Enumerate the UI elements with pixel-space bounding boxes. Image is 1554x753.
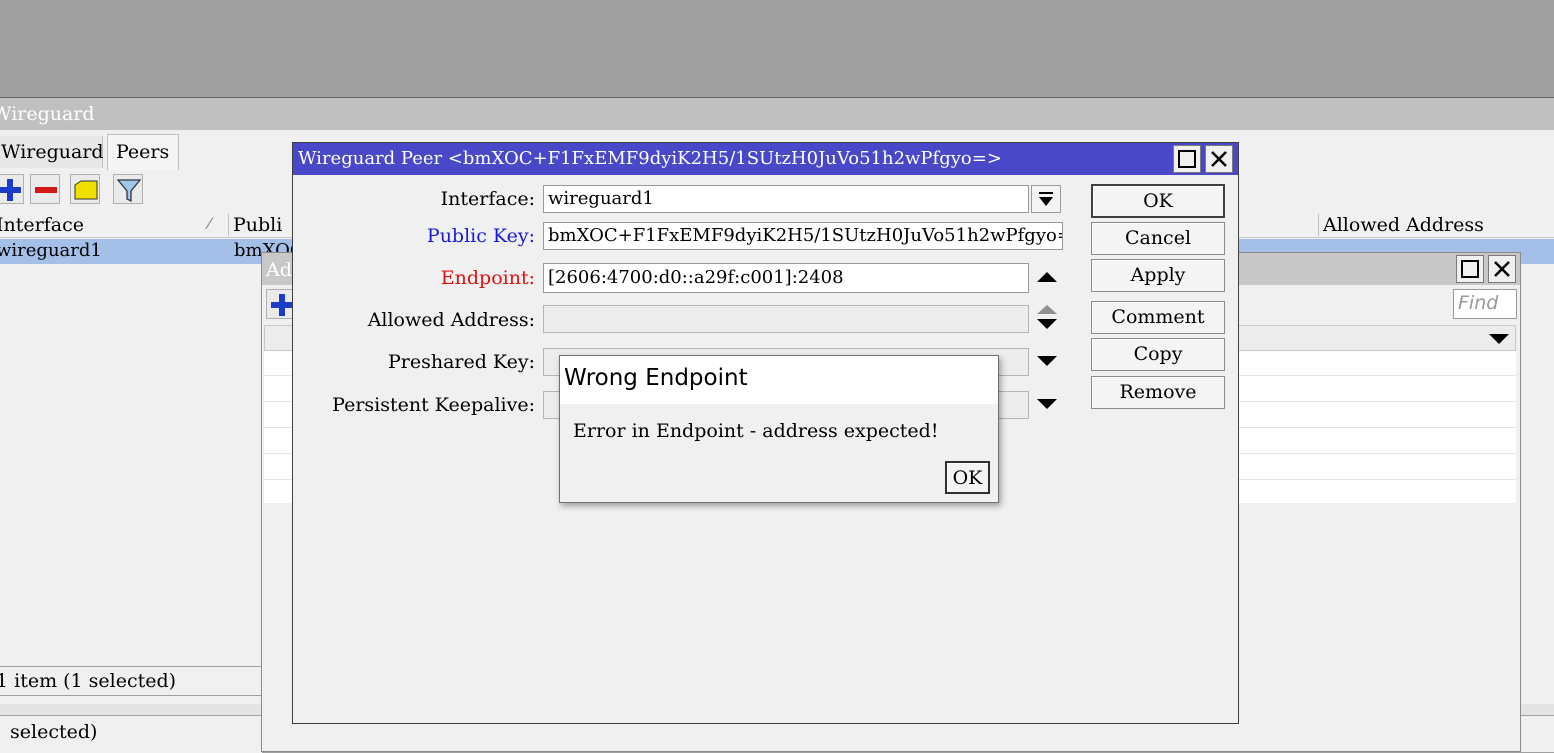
ok-button[interactable]: OK — [1091, 184, 1225, 218]
remove-button[interactable]: Remove — [1091, 376, 1225, 409]
peer-dialog-title: Wireguard Peer <bmXOC+F1FxEMF9dyiK2H5/1S… — [298, 148, 1002, 169]
endpoint-value: [2606:4700:d0::a29f:c001]:2408 — [548, 267, 844, 288]
collapse-endpoint-icon[interactable] — [1035, 269, 1059, 285]
minus-icon — [35, 187, 57, 193]
remove-button[interactable] — [30, 174, 60, 204]
note-icon — [74, 180, 98, 200]
public-key-value: bmXOC+F1FxEMF9dyiK2H5/1SUtzH0JuVo51h2wPf… — [548, 225, 1063, 246]
allowed-address-input[interactable] — [543, 305, 1029, 333]
ok-button-label: OK — [1143, 190, 1173, 212]
comment-button[interactable]: Comment — [1091, 301, 1225, 334]
add-button[interactable] — [0, 174, 24, 204]
main-window-title: Wireguard — [0, 103, 95, 125]
cancel-button[interactable]: Cancel — [1091, 222, 1225, 255]
maximize-icon — [1178, 150, 1196, 168]
up-down-icon[interactable] — [1035, 303, 1059, 331]
dropdown-arrow-icon — [1039, 192, 1053, 206]
back-maximize-button[interactable] — [1456, 255, 1484, 283]
apply-button-label: Apply — [1130, 264, 1186, 286]
expand-preshared-key-icon[interactable] — [1035, 353, 1059, 369]
error-ok-button[interactable]: OK — [945, 461, 990, 494]
find-input[interactable]: Find — [1453, 289, 1517, 319]
preshared-key-label: Preshared Key: — [387, 351, 535, 373]
column-public-key[interactable]: Publi — [233, 214, 282, 236]
remove-button-label: Remove — [1119, 381, 1197, 403]
persistent-keepalive-label: Persistent Keepalive: — [332, 394, 535, 416]
plus-icon — [0, 179, 21, 201]
tab-wireguard[interactable]: Wireguard — [0, 136, 104, 168]
cancel-button-label: Cancel — [1124, 227, 1192, 249]
interface-value: wireguard1 — [548, 188, 654, 209]
back-close-button[interactable] — [1488, 255, 1516, 283]
expand-keepalive-icon[interactable] — [1035, 396, 1059, 412]
comment-button-label: Comment — [1111, 306, 1205, 328]
sort-indicator-icon: ⁄ — [208, 214, 211, 233]
tab-wireguard-label: Wireguard — [1, 141, 104, 163]
filter-icon — [116, 179, 142, 203]
column-interface[interactable]: Interface — [0, 214, 84, 236]
filter-button[interactable] — [113, 174, 143, 204]
status-bar-back: selected) — [0, 716, 262, 753]
tab-peers[interactable]: Peers — [107, 134, 179, 170]
public-key-input[interactable]: bmXOC+F1FxEMF9dyiK2H5/1SUtzH0JuVo51h2wPf… — [543, 222, 1063, 250]
status-text: 1 item (1 selected) — [0, 670, 177, 692]
public-key-label: Public Key: — [426, 225, 535, 247]
allowed-address-label: Allowed Address: — [367, 309, 535, 331]
interface-select[interactable]: wireguard1 — [543, 185, 1029, 213]
close-icon — [1211, 151, 1227, 167]
maximize-button[interactable] — [1173, 145, 1201, 173]
error-dialog-titlebar[interactable]: Wrong Endpoint — [560, 356, 998, 404]
close-icon — [1494, 261, 1510, 277]
error-message: Error in Endpoint - address expected! — [573, 420, 939, 442]
copy-button[interactable]: Copy — [1091, 338, 1225, 371]
close-button[interactable] — [1205, 145, 1233, 173]
column-divider — [228, 214, 229, 236]
status-text-back: selected) — [10, 721, 98, 743]
interface-dropdown-button[interactable] — [1031, 185, 1061, 213]
comment-button[interactable] — [70, 174, 100, 204]
find-placeholder: Find — [1458, 292, 1499, 314]
peer-dialog-titlebar[interactable]: Wireguard Peer <bmXOC+F1FxEMF9dyiK2H5/1S… — [293, 143, 1238, 175]
tab-peers-label: Peers — [116, 141, 170, 163]
column-divider — [1318, 214, 1319, 236]
row-interface: wireguard1 — [0, 240, 102, 261]
maximize-icon — [1461, 260, 1479, 278]
error-dialog: Wrong Endpoint Error in Endpoint - addre… — [559, 355, 999, 503]
error-dialog-title: Wrong Endpoint — [564, 365, 748, 391]
status-bar: 1 item (1 selected) — [0, 666, 262, 696]
chevron-down-icon[interactable] — [1487, 332, 1511, 346]
main-window-titlebar[interactable]: Wireguard — [0, 98, 1554, 130]
apply-button[interactable]: Apply — [1091, 259, 1225, 292]
endpoint-input[interactable]: [2606:4700:d0::a29f:c001]:2408 — [543, 263, 1029, 293]
copy-button-label: Copy — [1133, 343, 1183, 365]
endpoint-label: Endpoint: — [440, 267, 535, 289]
interface-label: Interface: — [440, 188, 535, 210]
error-ok-label: OK — [952, 467, 983, 489]
column-allowed-address[interactable]: Allowed Address — [1323, 214, 1484, 236]
